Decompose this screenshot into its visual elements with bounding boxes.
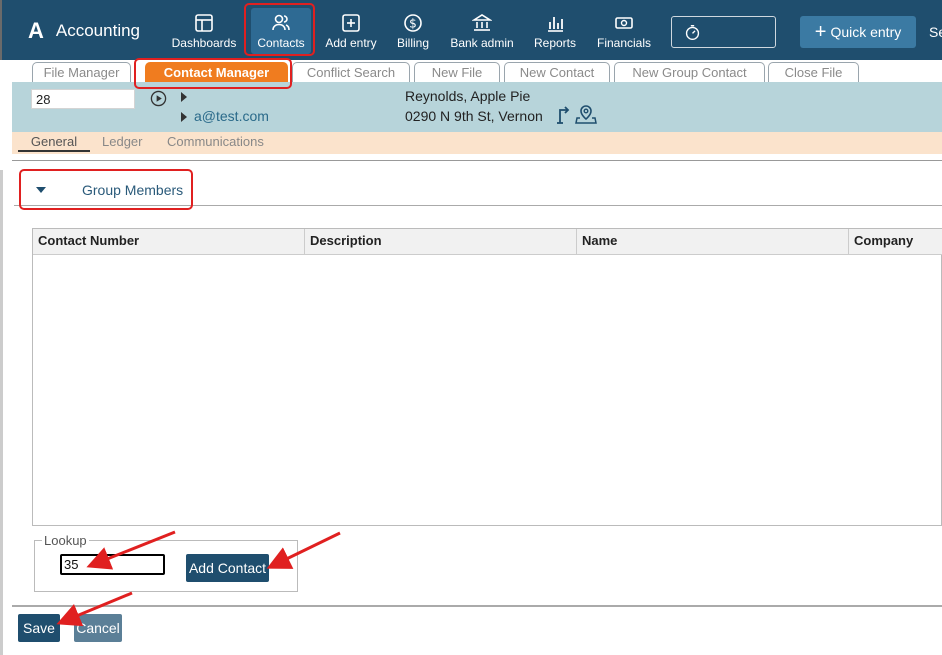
- svg-text:$: $: [409, 17, 417, 31]
- sub-tabs: General Ledger Communications: [12, 132, 942, 154]
- group-members-title: Group Members: [82, 182, 184, 198]
- contact-address: 0290 N 9th St, Vernon: [405, 108, 543, 124]
- group-members-header[interactable]: Group Members: [14, 173, 942, 206]
- column-header[interactable]: Company: [849, 229, 942, 254]
- subtab-general[interactable]: General: [18, 134, 90, 152]
- tab-row: File Manager Contact Manager Conflict Se…: [0, 60, 942, 82]
- nav-reports[interactable]: Reports: [531, 8, 579, 54]
- tab-file-manager[interactable]: File Manager: [32, 62, 131, 82]
- plus-icon: +: [814, 20, 827, 43]
- nav-label: Contacts: [257, 36, 305, 50]
- reports-icon: [548, 17, 563, 32]
- top-navbar: A Accounting Dashboards Contacts Add ent…: [0, 0, 942, 60]
- billing-icon: $: [404, 14, 422, 32]
- column-header[interactable]: Name: [577, 229, 849, 254]
- map-location-icon[interactable]: [575, 104, 597, 124]
- contact-name: Reynolds, Apple Pie: [405, 88, 531, 104]
- nav-contacts[interactable]: Contacts: [251, 8, 311, 54]
- collapse-caret-icon[interactable]: [36, 187, 46, 193]
- contacts-icon: [272, 14, 290, 31]
- contact-info-bar: 28 a@test.com Reynolds, Apple Pie 0290 N…: [12, 82, 942, 132]
- add-entry-icon: [342, 14, 360, 32]
- nav-bank-admin[interactable]: Bank admin: [448, 8, 516, 54]
- nav-label: Reports: [533, 36, 577, 50]
- add-contact-button[interactable]: Add Contact: [186, 554, 269, 582]
- nav-dashboards[interactable]: Dashboards: [170, 8, 238, 54]
- subtab-communications[interactable]: Communications: [167, 134, 264, 149]
- app-brand[interactable]: A Accounting: [28, 18, 140, 44]
- app-title: Accounting: [55, 21, 141, 40]
- nav-label: Financials: [596, 36, 652, 50]
- bank-icon: [472, 14, 492, 31]
- expand-arrow-icon[interactable]: [181, 92, 187, 102]
- contact-id-field[interactable]: 28: [31, 89, 135, 109]
- expand-arrow-icon[interactable]: [181, 112, 187, 122]
- table-header: Contact Number Description Name Company: [33, 229, 942, 255]
- tab-conflict-search[interactable]: Conflict Search: [292, 62, 410, 82]
- settings-link-partial[interactable]: Se: [929, 24, 942, 40]
- tab-contact-manager[interactable]: Contact Manager: [145, 62, 288, 82]
- divider: [12, 160, 942, 161]
- cancel-button[interactable]: Cancel: [74, 614, 122, 642]
- dashboard-icon: [195, 14, 213, 32]
- app-logo: A: [28, 18, 44, 43]
- tab-new-file[interactable]: New File: [414, 62, 500, 82]
- play-icon[interactable]: [150, 90, 167, 107]
- quick-entry-button[interactable]: + Quick entry: [800, 16, 916, 48]
- nav-add-entry[interactable]: Add entry: [322, 8, 380, 54]
- nav-label: Dashboards: [171, 36, 237, 50]
- nav-label: Billing: [396, 36, 429, 50]
- tab-close-file[interactable]: Close File: [768, 62, 859, 82]
- quick-entry-label: Quick entry: [830, 24, 902, 40]
- lookup-input[interactable]: 35: [60, 554, 165, 575]
- financials-icon: [615, 17, 633, 29]
- lookup-label: Lookup: [42, 533, 89, 548]
- tab-new-group-contact[interactable]: New Group Contact: [614, 62, 765, 82]
- column-header[interactable]: Description: [305, 229, 577, 254]
- directions-icon[interactable]: [555, 104, 571, 124]
- column-header[interactable]: Contact Number: [33, 229, 305, 254]
- tab-new-contact[interactable]: New Contact: [504, 62, 610, 82]
- divider: [12, 605, 942, 607]
- nav-label: Bank admin: [450, 36, 514, 50]
- save-button[interactable]: Save: [18, 614, 60, 642]
- group-members-table: Contact Number Description Name Company: [32, 228, 942, 526]
- stopwatch-icon: [685, 25, 700, 40]
- timer-field[interactable]: [671, 16, 776, 48]
- subtab-ledger[interactable]: Ledger: [102, 134, 142, 149]
- nav-label: Add entry: [325, 36, 377, 50]
- nav-financials[interactable]: Financials: [594, 8, 654, 54]
- contact-email[interactable]: a@test.com: [194, 108, 269, 124]
- nav-billing[interactable]: $ Billing: [392, 8, 434, 54]
- divider: [0, 170, 3, 655]
